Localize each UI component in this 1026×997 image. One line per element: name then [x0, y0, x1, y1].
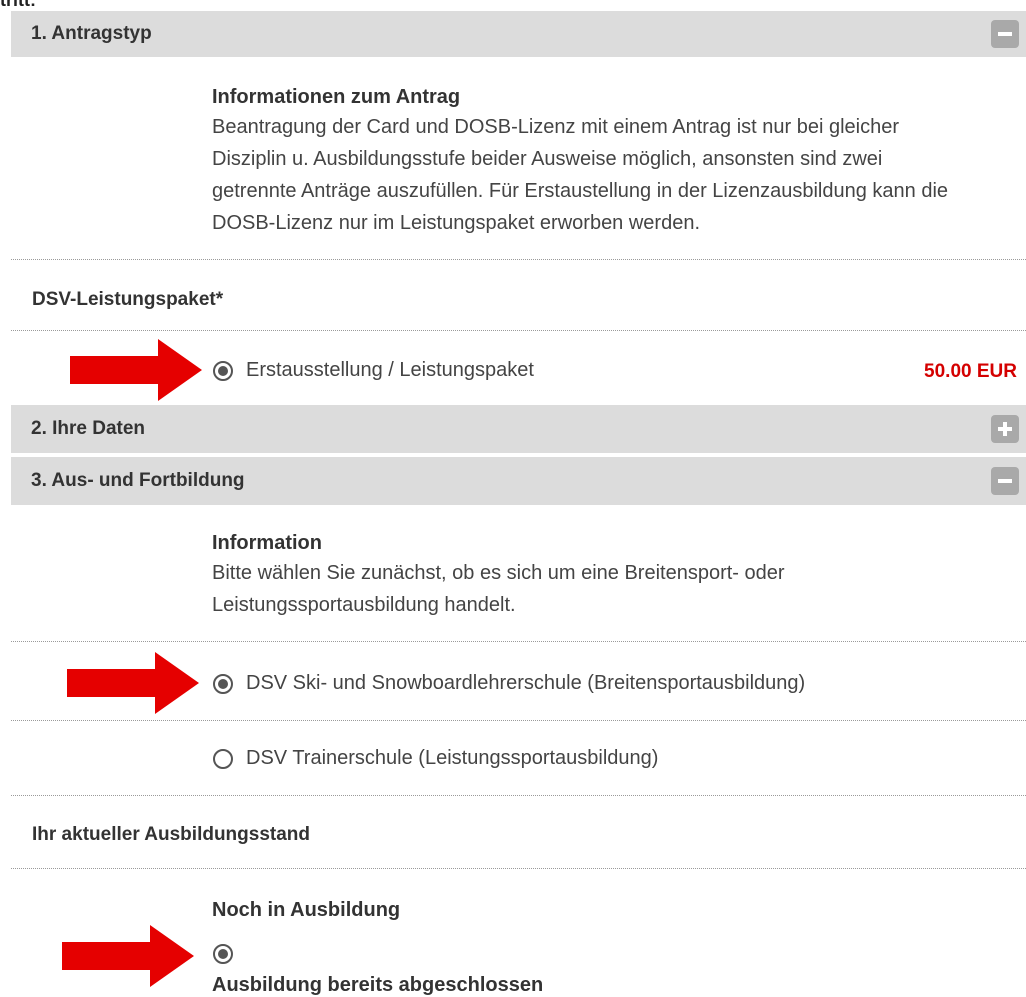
leistungspaket-label: DSV-Leistungspaket*	[32, 289, 224, 310]
radio-label: Erstausstellung / Leistungspaket	[246, 359, 534, 381]
price-label: 50.00 EUR	[924, 361, 1017, 382]
top-text-fragment: tritt:	[0, 0, 36, 10]
divider	[11, 868, 1026, 869]
section-title: 3. Aus- und Fortbildung	[31, 470, 245, 491]
minus-icon[interactable]	[991, 467, 1019, 495]
section-title: 2. Ihre Daten	[31, 418, 146, 439]
radio-button-checked[interactable]	[213, 360, 233, 381]
section-header-aus-und-fortbildung[interactable]: 3. Aus- und Fortbildung	[11, 457, 1026, 505]
section-header-antragstyp[interactable]: 1. Antragstyp	[11, 11, 1026, 57]
option-heading-noch-in-ausbildung: Noch in Ausbildung	[212, 899, 401, 921]
divider	[11, 795, 1026, 796]
radio-option-leistungspaket[interactable]: Erstausstellung / Leistungspaket	[213, 359, 534, 382]
divider	[11, 720, 1026, 721]
info-line: DOSB-Lizenz nur im Leistungspaket erworb…	[212, 212, 701, 234]
radio-button-checked[interactable]	[213, 944, 233, 964]
radio-option-noch-in-ausbildung[interactable]	[213, 944, 246, 964]
radio-button-checked[interactable]	[213, 673, 233, 694]
red-arrow-icon	[67, 652, 199, 714]
section-header-ihre-daten[interactable]: 2. Ihre Daten	[11, 405, 1026, 453]
info-line: Bitte wählen Sie zunächst, ob es sich um…	[212, 562, 785, 584]
antrag-info: Informationen zum Antrag Beantragung der…	[212, 86, 1026, 239]
ausbildung-info: Information Bitte wählen Sie zunächst, o…	[212, 532, 1026, 621]
info-line: Beantragung der Card und DOSB-Lizenz mit…	[212, 116, 900, 138]
divider	[11, 330, 1026, 331]
red-arrow-icon	[62, 925, 194, 987]
radio-label: DSV Ski- und Snowboardlehrerschule (Brei…	[246, 672, 806, 694]
info-line: Leistungssportausbildung handelt.	[212, 594, 516, 616]
radio-button-unchecked[interactable]	[213, 748, 233, 769]
radio-label: DSV Trainerschule (Leistungssportausbild…	[246, 747, 659, 769]
option-heading-abgeschlossen: Ausbildung bereits abgeschlossen	[212, 974, 544, 996]
radio-option-leistungssport[interactable]: DSV Trainerschule (Leistungssportausbild…	[213, 747, 658, 770]
divider	[11, 641, 1026, 642]
info-title: Information	[212, 532, 322, 554]
minus-icon[interactable]	[991, 20, 1019, 48]
info-title: Informationen zum Antrag	[212, 86, 461, 108]
red-arrow-icon	[70, 339, 202, 401]
info-text: Beantragung der Card und DOSB-Lizenz mit…	[212, 111, 1026, 239]
section-title: 1. Antragstyp	[31, 23, 152, 44]
ausbildungsstand-label: Ihr aktueller Ausbildungsstand	[32, 824, 311, 845]
radio-option-breitensport[interactable]: DSV Ski- und Snowboardlehrerschule (Brei…	[213, 672, 805, 695]
info-line: getrennte Anträge auszufüllen. Für Ersta…	[212, 180, 949, 202]
plus-icon[interactable]	[991, 415, 1019, 443]
info-text: Bitte wählen Sie zunächst, ob es sich um…	[212, 557, 1026, 621]
divider	[11, 259, 1026, 260]
info-line: Disziplin u. Ausbildungsstufe beider Aus…	[212, 148, 883, 170]
